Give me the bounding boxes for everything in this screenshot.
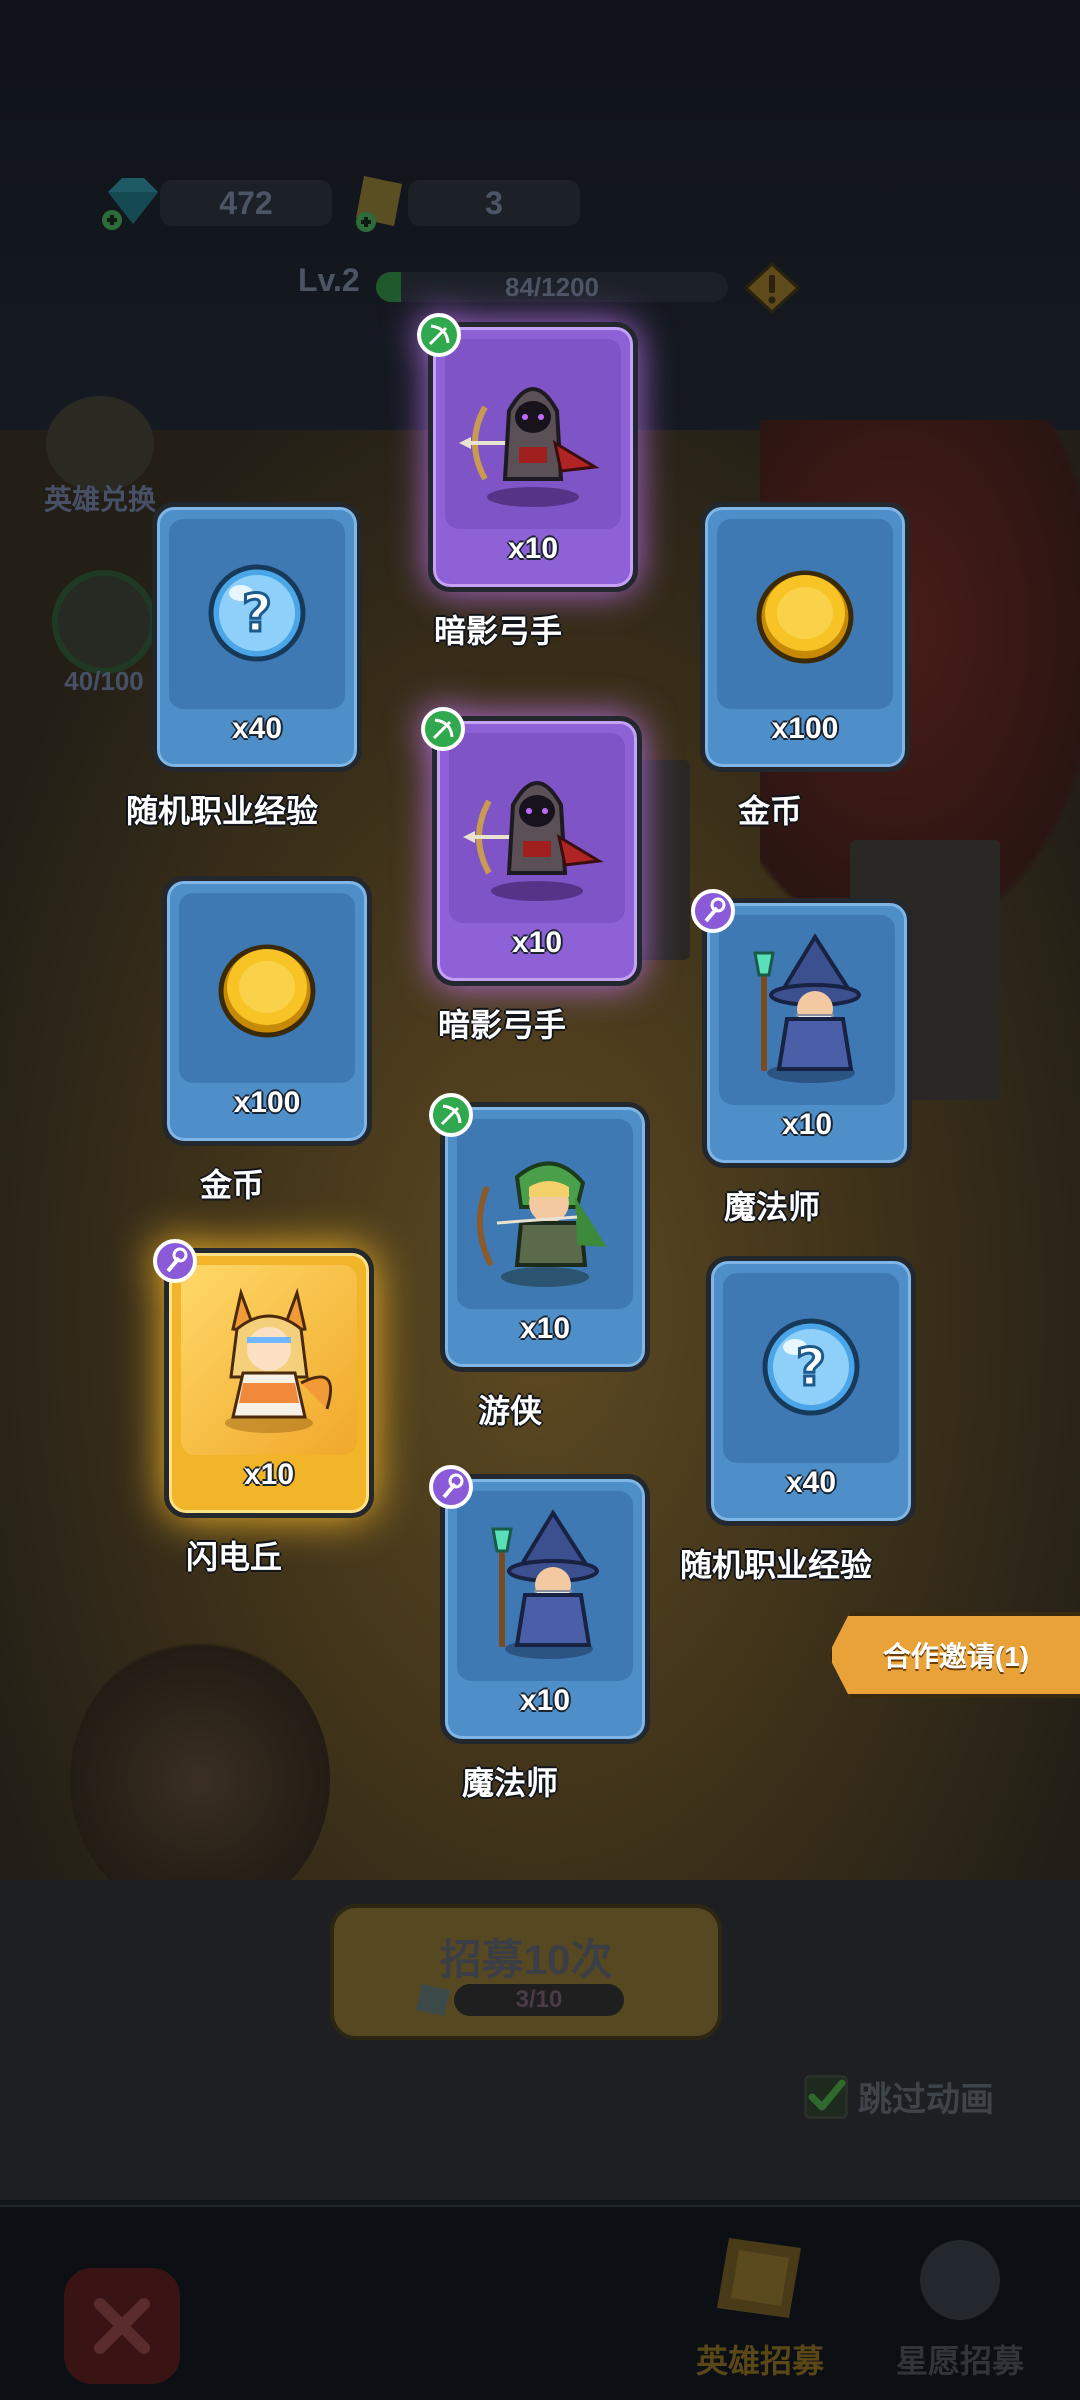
- gem-icon: [102, 178, 158, 230]
- recruit-10-button[interactable]: 招募10次 3/10: [330, 1904, 722, 2040]
- card-quantity: x100: [233, 1086, 301, 1119]
- gem-count: 472: [219, 184, 273, 221]
- card-name: 闪电丘: [185, 1539, 282, 1575]
- bow-class-icon: [429, 1093, 473, 1137]
- bow-class-icon: [421, 707, 465, 751]
- card-frame: x10: [702, 898, 912, 1168]
- card-frame: x100: [700, 502, 910, 772]
- svg-text:?: ?: [242, 584, 272, 644]
- nav-hero-recruit[interactable]: 英雄招募: [680, 2228, 840, 2382]
- close-nav-button[interactable]: [64, 2268, 180, 2384]
- nav-hero-recruit-label: 英雄招募: [695, 2343, 824, 2379]
- card-quantity: x10: [507, 532, 559, 565]
- card-quantity: x100: [771, 712, 839, 745]
- fox-mage-icon: [225, 1287, 333, 1433]
- skip-checkbox[interactable]: [804, 2074, 848, 2119]
- reward-card[interactable]: x10: [421, 707, 642, 986]
- card-name: 金币: [737, 793, 802, 829]
- warning-icon[interactable]: [744, 262, 800, 314]
- card-frame: x10: [440, 1474, 650, 1744]
- reward-card[interactable]: x10: [417, 313, 638, 592]
- hero-exchange-label: 英雄兑换: [43, 484, 156, 515]
- recruit-title: 招募10次: [439, 1936, 613, 1983]
- ticket-count: 3: [485, 184, 503, 221]
- staff-class-icon: [153, 1239, 197, 1283]
- card-frame: ? x40: [706, 1256, 916, 1526]
- card-name: 金币: [199, 1167, 264, 1203]
- card-quantity: x10: [519, 1312, 571, 1345]
- ticket-counter: 3: [408, 180, 580, 226]
- card-quantity: x40: [785, 1466, 837, 1499]
- card-name: 随机职业经验: [679, 1547, 872, 1583]
- skip-animation-toggle[interactable]: 跳过动画: [804, 2072, 994, 2121]
- shadow-archer-icon: [459, 387, 600, 507]
- player-level: Lv.2: [298, 262, 360, 298]
- card-quantity: x10: [243, 1458, 295, 1491]
- card-name: 暗影弓手: [433, 613, 562, 649]
- reward-card[interactable]: x100: [162, 876, 372, 1146]
- reward-card[interactable]: x10: [153, 1239, 374, 1518]
- card-quantity: x10: [781, 1108, 833, 1141]
- crossed-swords-icon: [94, 2298, 150, 2354]
- star-progress-label: 40/100: [64, 666, 144, 696]
- nav-wish-recruit[interactable]: 星愿招募: [880, 2228, 1040, 2382]
- coop-invite-label: 合作邀请(1): [882, 1641, 1030, 1672]
- shadow-archer-icon: [463, 781, 604, 901]
- card-frame: x100: [162, 876, 372, 1146]
- scroll-ticket-icon: [717, 2238, 801, 2318]
- recruit-count: 3/10: [515, 1986, 563, 2013]
- reward-card[interactable]: x10: [429, 1093, 650, 1372]
- card-quantity: x40: [231, 712, 283, 745]
- wish-icon: [920, 2240, 1000, 2320]
- card-frame: x10: [440, 1102, 650, 1372]
- reward-card[interactable]: ? x40: [706, 1256, 916, 1526]
- coop-invite-tab[interactable]: 合作邀请(1): [828, 1612, 1080, 1698]
- card-name: 魔法师: [461, 1765, 558, 1801]
- staff-class-icon: [691, 889, 735, 933]
- ticket-icon: [356, 176, 402, 232]
- hero-character: [70, 1640, 330, 1920]
- skip-animation-label: 跳过动画: [858, 2081, 994, 2119]
- checkmark-icon: [808, 2079, 846, 2110]
- reward-card[interactable]: x10: [691, 889, 912, 1168]
- card-name: 游侠: [477, 1393, 542, 1429]
- star-progress-button[interactable]: 40/100: [44, 570, 164, 697]
- gold-coin-icon: [218, 944, 316, 1038]
- card-name: 暗影弓手: [437, 1007, 566, 1043]
- question-orb-icon: ?: [762, 1318, 860, 1416]
- card-frame: x10: [428, 322, 638, 592]
- gold-coin-icon: [756, 570, 854, 664]
- card-frame: x10: [164, 1248, 374, 1518]
- ranger-icon: [476, 1161, 607, 1287]
- question-orb-icon: ?: [208, 564, 306, 662]
- hero-exchange-button[interactable]: 英雄兑换: [30, 396, 170, 518]
- wizard-icon: [753, 933, 861, 1083]
- card-frame: ? x40: [152, 502, 362, 772]
- card-name: 随机职业经验: [125, 793, 318, 829]
- star-icon: [52, 570, 156, 674]
- nav-wish-recruit-label: 星愿招募: [895, 2343, 1024, 2379]
- card-name: 魔法师: [723, 1189, 820, 1225]
- svg-text:?: ?: [796, 1338, 826, 1398]
- gem-counter: 472: [160, 180, 332, 226]
- reward-card[interactable]: x10: [429, 1465, 650, 1744]
- card-quantity: x10: [519, 1684, 571, 1717]
- card-quantity: x10: [511, 926, 563, 959]
- exp-text: 84/1200: [505, 272, 599, 302]
- reward-card[interactable]: x100: [700, 502, 910, 772]
- exp-bar: 84/1200: [376, 272, 728, 302]
- reward-card[interactable]: ? x40: [152, 502, 362, 772]
- card-frame: x10: [432, 716, 642, 986]
- staff-class-icon: [429, 1465, 473, 1509]
- bow-class-icon: [417, 313, 461, 357]
- ticket-icon: [416, 1984, 450, 2016]
- wizard-icon: [491, 1509, 599, 1659]
